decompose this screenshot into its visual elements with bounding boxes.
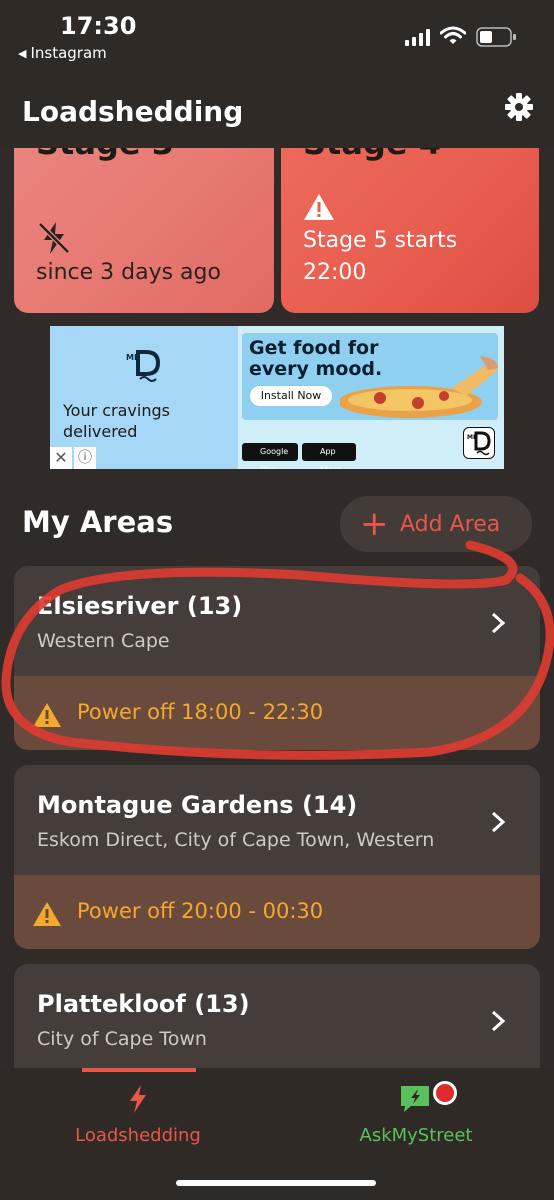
- lightning-icon: [130, 1085, 146, 1113]
- app-store-badge[interactable]: App Store: [302, 443, 356, 469]
- section-title: My Areas: [22, 505, 174, 539]
- area-name: Elsiesriver (13): [37, 592, 243, 620]
- area-region: Western Cape: [37, 630, 170, 652]
- ad-info-icon[interactable]: ⓘ: [74, 447, 96, 469]
- wifi-icon: [440, 26, 466, 44]
- tab-label: AskMyStreet: [359, 1125, 473, 1146]
- add-area-button[interactable]: + Add Area: [340, 496, 532, 552]
- advertisement-banner[interactable]: MR Your cravings delivered Get food for …: [50, 326, 504, 469]
- app-store-label: App Store: [320, 447, 341, 469]
- brand-logo-icon: MR: [126, 350, 161, 382]
- back-to-app-link[interactable]: ◀ Instagram: [18, 44, 107, 62]
- warning-icon: [33, 902, 61, 926]
- notification-badge: [433, 1081, 457, 1105]
- tab-askmystreet[interactable]: AskMyStreet: [326, 1084, 506, 1146]
- chevron-right-icon: [491, 811, 506, 833]
- current-stage-card[interactable]: Stage 3 since 3 days ago: [14, 120, 274, 313]
- warning-icon: [304, 194, 334, 220]
- chat-lightning-icon: [401, 1086, 429, 1112]
- chevron-right-icon: [491, 612, 506, 634]
- ad-tagline: Your cravings delivered: [63, 401, 170, 441]
- next-stage-card[interactable]: Stage 4 Stage 5 starts 22:00: [281, 120, 539, 313]
- plus-icon: +: [360, 504, 389, 544]
- chevron-right-icon: [491, 1010, 506, 1032]
- brand-logo-small-icon: MR: [463, 427, 495, 459]
- cellular-signal-icon: [405, 29, 430, 46]
- area-region: City of Cape Town: [37, 1028, 207, 1050]
- google-play-badge[interactable]: Google Play: [242, 443, 298, 469]
- app-header: Loadshedding: [0, 80, 554, 148]
- area-card-montague-gardens[interactable]: Montague Gardens (14) Eskom Direct, City…: [14, 765, 540, 949]
- area-alert: Power off 20:00 - 00:30: [14, 875, 540, 949]
- ad-close-icon[interactable]: ✕: [50, 447, 72, 469]
- area-card-elsiesriver[interactable]: Elsiesriver (13) Western Cape Power off …: [14, 566, 540, 750]
- next-stage-time: 22:00: [303, 260, 367, 285]
- power-off-time: Power off 20:00 - 00:30: [77, 899, 324, 923]
- area-name: Montague Gardens (14): [37, 791, 358, 819]
- pizza-image: [340, 356, 498, 418]
- gear-icon[interactable]: [504, 92, 534, 122]
- active-tab-indicator: [82, 1068, 196, 1072]
- home-indicator[interactable]: [176, 1180, 376, 1186]
- next-stage-text: Stage 5 starts: [303, 228, 458, 253]
- add-area-label: Add Area: [400, 511, 501, 537]
- area-alert: Power off 18:00 - 22:30: [14, 676, 540, 750]
- page-title: Loadshedding: [22, 95, 244, 128]
- status-time: 17:30: [60, 12, 137, 40]
- battery-icon: [476, 27, 516, 47]
- tab-label: Loadshedding: [75, 1125, 201, 1146]
- warning-icon: [33, 703, 61, 727]
- ad-install-button[interactable]: Install Now: [250, 386, 332, 406]
- back-app-label: Instagram: [30, 44, 107, 62]
- power-off-icon: [38, 222, 70, 254]
- back-arrow-icon: ◀: [18, 46, 27, 60]
- area-name: Plattekloof (13): [37, 990, 250, 1018]
- status-bar: 17:30 ◀ Instagram: [0, 0, 554, 80]
- area-region: Eskom Direct, City of Cape Town, Western: [37, 829, 435, 851]
- power-off-time: Power off 18:00 - 22:30: [77, 700, 324, 724]
- stage-since-text: since 3 days ago: [36, 260, 221, 285]
- tab-loadshedding[interactable]: Loadshedding: [48, 1084, 228, 1146]
